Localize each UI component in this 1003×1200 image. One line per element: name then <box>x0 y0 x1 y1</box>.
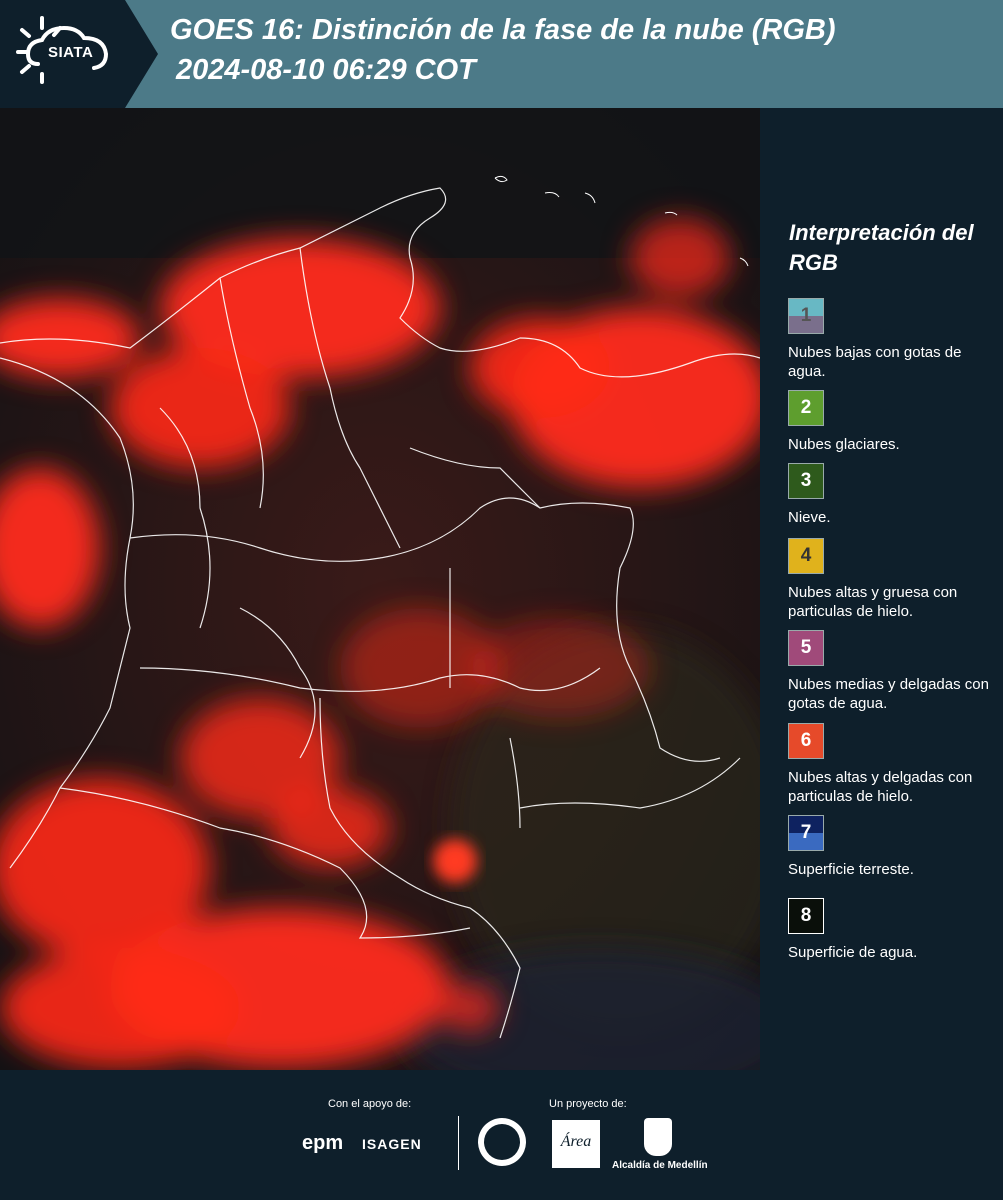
legend-panel: Interpretación del RGB 1 Nubes bajas con … <box>775 108 1003 1070</box>
page-title: GOES 16: Distinción de la fase de la nub… <box>170 14 836 46</box>
legend-label: Nieve. <box>788 509 831 526</box>
legend-swatch: 8 <box>788 898 824 934</box>
legend-swatch: 5 <box>788 630 824 666</box>
legend-item: 1 Nubes bajas con gotas de agua. <box>788 298 1003 381</box>
legend-label: Superficie de agua. <box>788 944 918 961</box>
legend-item: 3 Nieve. <box>788 463 1003 527</box>
legend-swatch: 3 <box>788 463 824 499</box>
legend-label: Superficie terreste. <box>788 861 914 878</box>
footer: Con el apoyo de: Un proyecto de: epm ISA… <box>0 1070 1003 1200</box>
legend-item: 2 Nubes glaciares. <box>788 390 1003 454</box>
satellite-map <box>0 108 760 1070</box>
project-label: Un proyecto de: <box>549 1098 627 1110</box>
legend-item: 7 Superficie terreste. <box>788 815 1003 879</box>
legend-number: 2 <box>800 397 812 418</box>
legend-label: Nubes altas y gruesa con particulas de h… <box>788 584 958 620</box>
page-timestamp: 2024-08-10 06:29 COT <box>176 54 476 86</box>
cloud-cell <box>433 839 477 883</box>
logo-text: SIATA <box>48 44 94 61</box>
epm-logo: epm <box>302 1132 344 1154</box>
legend-swatch: 7 <box>788 815 824 851</box>
legend-label: Nubes bajas con gotas de agua. <box>788 344 962 380</box>
legend-label: Nubes medias y delgadas con gotas de agu… <box>788 676 989 712</box>
alcaldia-label: Alcaldía de Medellín <box>612 1160 708 1171</box>
siata-logo: SIATA <box>0 0 158 108</box>
legend-number: 4 <box>800 545 812 566</box>
medellin-seal-icon <box>478 1118 526 1166</box>
footer-divider <box>458 1116 459 1170</box>
alcaldia-shield-icon <box>644 1118 672 1156</box>
support-label: Con el apoyo de: <box>328 1098 412 1110</box>
legend-swatch: 4 <box>788 538 824 574</box>
legend-label: Nubes altas y delgadas con particulas de… <box>788 769 973 805</box>
legend-swatch: 6 <box>788 723 824 759</box>
legend-item: 8 Superficie de agua. <box>788 898 1003 962</box>
legend-item: 4 Nubes altas y gruesa con particulas de … <box>788 538 1003 621</box>
legend-number: 6 <box>800 730 812 751</box>
header: SIATA GOES 16: Distinción de la fase de … <box>0 0 1003 108</box>
legend-swatch: 2 <box>788 390 824 426</box>
legend-number: 8 <box>800 905 812 926</box>
area-metropolitana-logo: Área <box>552 1120 600 1168</box>
legend-number: 3 <box>800 470 812 491</box>
legend-label: Nubes glaciares. <box>788 436 900 453</box>
legend-item: 5 Nubes medias y delgadas con gotas de ag… <box>788 630 1003 713</box>
legend-item: 6 Nubes altas y delgadas con particulas d… <box>788 723 1003 806</box>
legend-number: 5 <box>800 637 812 658</box>
legend-swatch: 1 <box>788 298 824 334</box>
legend-number: 1 <box>800 305 812 326</box>
legend-number: 7 <box>800 822 812 843</box>
legend-title: Interpretación del RGB <box>789 220 974 275</box>
isagen-logo: ISAGEN <box>362 1136 422 1152</box>
